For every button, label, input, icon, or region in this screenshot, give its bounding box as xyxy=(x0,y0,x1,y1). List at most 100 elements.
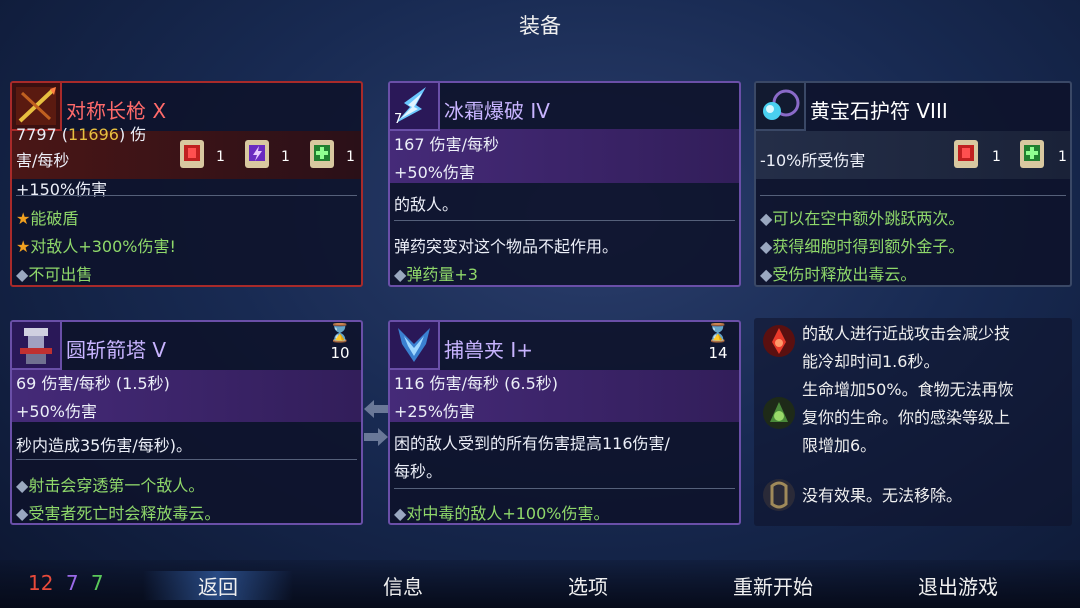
amulet-affix-1: 可以在空中额外跳跃两次。 xyxy=(772,209,965,228)
skill-name: 冰霜爆破 xyxy=(444,99,524,123)
mutation-slot-2[interactable]: 生命增加50%。食物无法再恢 复你的生命。你的感染等级上 限增加6。 xyxy=(756,376,1072,466)
skill-bonus: +50%伤害 xyxy=(394,163,475,182)
skill-card-wolf-trap[interactable]: 捕兽夹 I+ ⌛ 14 116 伤害/每秒 (6.5秒) +25%伤害 困的敌人… xyxy=(388,320,741,525)
mutation-text-line-3: 限增加6。 xyxy=(802,436,877,455)
weapon-name: 对称长枪 xyxy=(66,99,146,123)
tactics-scroll-icon xyxy=(245,140,269,168)
brutality-scroll-icon xyxy=(954,140,978,168)
amulet-affix-2: 获得细胞时得到额外金子。 xyxy=(772,237,965,256)
weapon-dps: 7797 xyxy=(16,125,57,144)
weapon-rank: X xyxy=(152,99,167,123)
mutation-text-line-2: 能冷却时间1.6秒。 xyxy=(802,352,940,371)
survival-stat: 7 xyxy=(90,571,104,595)
divider xyxy=(760,195,1066,196)
amulet-card-topaz[interactable]: 黄宝石护符 VIII -10%所受伤害 1 1 ◆可以在空中额外跳跃两次。 ◆获… xyxy=(754,81,1072,287)
skill-description: 秒内造成35伤害/每秒)。 xyxy=(16,436,192,455)
skill-description: 的敌人。 xyxy=(394,195,459,214)
empty-mutation-icon xyxy=(763,479,795,511)
weapon-card-symmetrical-lance[interactable]: 对称长枪 X 7797 (11696) 伤 害/每秒 1 1 1 +150%伤害… xyxy=(10,81,363,287)
page-title: 装备 xyxy=(519,14,561,38)
hourglass-icon: ⌛ xyxy=(706,323,730,344)
brutality-scroll-icon xyxy=(180,140,204,168)
skill-dps: 167 伤害/每秒 xyxy=(394,135,500,154)
skill-note: 弹药突变对这个物品不起作用。 xyxy=(394,237,619,256)
survival-scroll-icon xyxy=(310,140,334,168)
amulet-stat: -10%所受伤害 xyxy=(760,151,866,170)
divider xyxy=(394,220,735,221)
tactics-scroll-count: 1 xyxy=(281,149,290,165)
skill-card-frost-blast[interactable]: 7 冰霜爆破 IV 167 伤害/每秒 +50%伤害 的敌人。 弹药突变对这个物… xyxy=(388,81,741,287)
mutation-slot-3[interactable]: 没有效果。无法移除。 xyxy=(756,479,1072,520)
divider xyxy=(16,195,357,196)
stats-display: 12 7 7 xyxy=(28,571,104,595)
star-icon: ★ xyxy=(16,237,31,256)
skill-bonus: +25%伤害 xyxy=(394,402,475,421)
weapon-affix-1: 能破盾 xyxy=(30,209,79,228)
diamond-icon: ◆ xyxy=(760,265,773,284)
skill-rank: V xyxy=(152,338,167,362)
skill-description-2: 每秒。 xyxy=(394,462,443,481)
star-icon: ★ xyxy=(16,209,31,228)
weapon-affix-2: 对敌人+300%伤害! xyxy=(30,237,176,256)
skill-description-1: 困的敌人受到的所有伤害提高116伤害/ xyxy=(394,434,670,453)
weapon-bonus: +150%伤害 xyxy=(16,180,108,199)
trap-icon xyxy=(390,322,440,370)
mutation-slot-1[interactable]: 的敌人进行近战攻击会减少技 能冷却时间1.6秒。 xyxy=(756,320,1072,382)
skill-dps: 69 伤害/每秒 (1.5秒) xyxy=(16,374,170,393)
mutation-text-line-1: 生命增加50%。食物无法再恢 xyxy=(802,380,1014,399)
skill-level: 7 xyxy=(394,112,403,127)
skill-affix-1: 对中毒的敌人+100%伤害。 xyxy=(406,504,610,523)
skill-name: 捕兽夹 xyxy=(444,338,504,362)
restart-button[interactable]: 重新开始 xyxy=(698,571,848,600)
skill-cooldown: 10 xyxy=(330,344,350,362)
diamond-icon: ◆ xyxy=(16,476,29,495)
diamond-icon: ◆ xyxy=(394,504,407,523)
quit-game-button[interactable]: 退出游戏 xyxy=(883,571,1033,600)
diamond-icon: ◆ xyxy=(394,265,407,284)
skill-affix-2: 受害者死亡时会释放毒云。 xyxy=(28,504,221,523)
weapon-dps-crit: 11696 xyxy=(68,125,119,144)
skill-bonus: +50%伤害 xyxy=(16,402,97,421)
amulet-name: 黄宝石护符 xyxy=(810,99,910,123)
arrow-right-icon[interactable] xyxy=(364,428,388,446)
tactics-stat: 7 xyxy=(65,571,79,595)
back-button[interactable]: 返回 xyxy=(143,571,293,600)
extended-healing-mutation-icon xyxy=(763,397,795,429)
weapon-affix-3: 不可出售 xyxy=(28,265,93,284)
arrow-left-icon[interactable] xyxy=(364,400,388,418)
diamond-icon: ◆ xyxy=(16,504,29,523)
amulet-affix-3: 受伤时释放出毒云。 xyxy=(772,265,917,284)
amulet-icon xyxy=(756,83,806,131)
diamond-icon: ◆ xyxy=(760,209,773,228)
skill-affix-1: 弹药量+3 xyxy=(406,265,478,284)
frost-blast-icon: 7 xyxy=(390,83,440,131)
weapon-dps-unit-b: 害/每秒 xyxy=(16,151,70,170)
skill-rank: I+ xyxy=(510,338,534,362)
options-button[interactable]: 选项 xyxy=(513,571,663,600)
skill-affix-1: 射击会穿透第一个敌人。 xyxy=(28,476,205,495)
mutation-text-line-2: 复你的生命。你的感染等级上 xyxy=(802,408,1011,427)
brutality-stat: 12 xyxy=(28,571,54,595)
survival-scroll-count: 1 xyxy=(1058,149,1067,165)
skill-card-sweeping-turret[interactable]: 圆斩箭塔 V ⌛ 10 69 伤害/每秒 (1.5秒) +50%伤害 秒内造成3… xyxy=(10,320,363,525)
diamond-icon: ◆ xyxy=(760,237,773,256)
survival-scroll-icon xyxy=(1020,140,1044,168)
brutality-scroll-count: 1 xyxy=(216,149,225,165)
skill-name: 圆斩箭塔 xyxy=(66,338,146,362)
turret-icon xyxy=(12,322,62,370)
skill-rank: IV xyxy=(530,99,550,123)
brutality-scroll-count: 1 xyxy=(992,149,1001,165)
amulet-rank: VIII xyxy=(916,99,948,123)
skill-dps: 116 伤害/每秒 (6.5秒) xyxy=(394,374,559,393)
divider xyxy=(16,459,357,460)
diamond-icon: ◆ xyxy=(16,265,29,284)
combo-mutation-icon xyxy=(763,325,795,357)
weapon-dps-unit-a: 伤 xyxy=(130,125,147,144)
divider xyxy=(394,488,735,489)
mutation-text-line-1: 的敌人进行近战攻击会减少技 xyxy=(802,324,1011,343)
skill-cooldown: 14 xyxy=(708,344,728,362)
mutation-text-line-1: 没有效果。无法移除。 xyxy=(802,486,963,505)
info-button[interactable]: 信息 xyxy=(328,571,478,600)
survival-scroll-count: 1 xyxy=(346,149,355,165)
hourglass-icon: ⌛ xyxy=(328,323,352,344)
